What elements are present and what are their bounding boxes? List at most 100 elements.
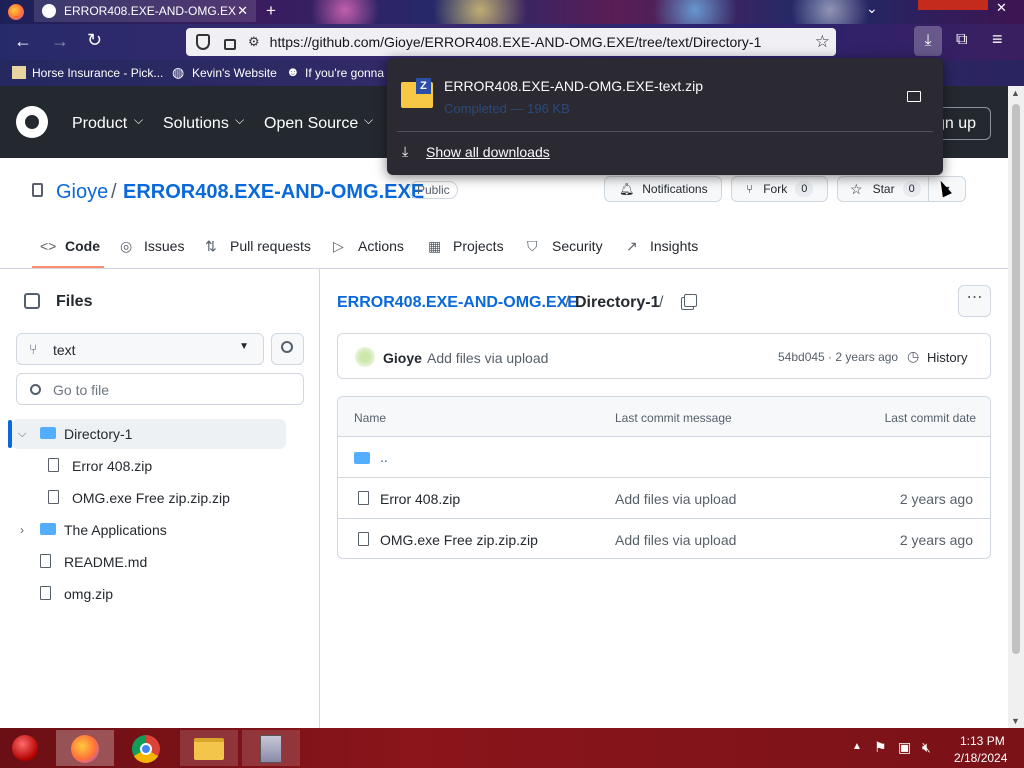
nav-solutions[interactable]: Solutions [163, 115, 229, 133]
file-commit-message[interactable]: Add files via upload [615, 491, 736, 507]
tab-close-icon[interactable]: ✕ [237, 3, 248, 19]
tree-item-the-applications[interactable]: › The Applications [12, 515, 286, 545]
play-icon: ▷ [333, 238, 344, 254]
tray-overflow-icon[interactable]: ▲ [852, 741, 862, 752]
tree-item-readme[interactable]: README.md [12, 547, 286, 577]
scroll-down-icon[interactable]: ▼ [1011, 716, 1020, 726]
folder-icon [40, 523, 56, 535]
taskbar-chrome[interactable] [118, 730, 176, 766]
table-row[interactable]: Error 408.zip Add files via upload 2 yea… [338, 477, 990, 518]
pull-request-icon: ⇅ [205, 238, 217, 254]
parent-dir-link[interactable]: .. [380, 449, 388, 465]
forward-arrow-icon[interactable]: → [51, 31, 69, 52]
table-icon: ▦ [428, 238, 442, 254]
fork-button[interactable]: ⑂ Fork 0 [731, 176, 828, 202]
nav-product[interactable]: Product [72, 115, 127, 133]
tab-code[interactable]: Code [65, 238, 100, 254]
tree-item-omg-exe[interactable]: OMG.exe Free zip.zip.zip [40, 483, 286, 513]
open-folder-icon[interactable] [907, 91, 921, 102]
folder-icon [354, 452, 370, 464]
app-menu-icon[interactable]: ≡ [992, 29, 1003, 50]
breadcrumb-repo-link[interactable]: ERROR408.EXE-AND-OMG.EXE [337, 294, 578, 312]
start-button[interactable] [6, 732, 44, 764]
lock-icon[interactable] [224, 38, 236, 50]
firefox-menu-icon[interactable] [8, 4, 24, 20]
tab-issues[interactable]: Issues [144, 238, 184, 254]
page-info-icon[interactable]: ⚙ [248, 34, 260, 50]
more-options-button[interactable]: ⋯ [958, 285, 991, 317]
repo-owner-link[interactable]: Gioye [56, 181, 108, 204]
browser-tab-active[interactable]: ERROR408.EXE-AND-OMG.EXE/... ✕ [34, 0, 256, 22]
page-scrollbar[interactable]: ▲ ▼ [1008, 86, 1024, 728]
file-icon [40, 586, 51, 600]
copy-path-icon[interactable] [684, 294, 697, 307]
file-name-link[interactable]: Error 408.zip [380, 491, 460, 507]
file-name-link[interactable]: OMG.exe Free zip.zip.zip [380, 532, 538, 548]
avatar[interactable] [355, 347, 375, 367]
url-bar[interactable]: ⚙ https://github.com/Gioye/ERROR408.EXE-… [186, 28, 836, 56]
reload-icon[interactable]: ↻ [87, 30, 102, 51]
extensions-icon[interactable]: ⧉ [956, 31, 967, 49]
file-commit-message[interactable]: Add files via upload [615, 532, 736, 548]
download-file-name[interactable]: ERROR408.EXE-AND-OMG.EXE-text.zip [444, 78, 703, 94]
table-row-parent[interactable]: .. [338, 436, 990, 477]
notifications-button[interactable]: 🔔︎ Notifications [604, 176, 722, 202]
star-button[interactable]: ☆ Star 0 [837, 176, 929, 202]
taskbar-firefox[interactable] [56, 730, 114, 766]
breadcrumb-sep: / [565, 294, 570, 311]
window-control[interactable] [918, 0, 988, 10]
download-status: Completed — 196 KB [444, 101, 570, 116]
tab-pull-requests[interactable]: Pull requests [230, 238, 311, 254]
bookmark-star-icon[interactable]: ☆ [815, 32, 830, 52]
branch-selector[interactable]: ⑂ text ▼ [16, 333, 264, 365]
history-link[interactable]: History [927, 350, 967, 365]
breadcrumb-trail: / [659, 294, 664, 311]
url-text[interactable]: https://github.com/Gioye/ERROR408.EXE-AN… [270, 34, 762, 50]
tree-item-omg-zip[interactable]: omg.zip [12, 579, 286, 609]
chevron-right-icon[interactable]: › [20, 523, 24, 537]
taskbar-archiver[interactable] [242, 730, 300, 766]
new-tab-icon[interactable]: + [266, 1, 276, 21]
tab-list-chevron-icon[interactable]: ⌄ [866, 0, 878, 17]
clock-date[interactable]: 2/18/2024 [954, 751, 1007, 765]
go-to-file-input[interactable]: Go to file [16, 373, 304, 405]
nav-open-source[interactable]: Open Source [264, 115, 358, 133]
tab-projects[interactable]: Projects [453, 238, 504, 254]
star-label: Star [872, 182, 895, 196]
flag-icon[interactable]: ⚑ [874, 739, 887, 756]
scroll-up-icon[interactable]: ▲ [1011, 88, 1020, 98]
taskbar-file-explorer[interactable] [180, 730, 238, 766]
sidebar-collapse-icon[interactable] [24, 293, 40, 309]
window-close-icon[interactable]: ✕ [996, 0, 1007, 16]
tree-item-directory-1[interactable]: ⌵ Directory-1 [12, 419, 286, 449]
tree-item-error-408[interactable]: Error 408.zip [40, 451, 286, 481]
bookmark-item[interactable]: Horse Insurance - Pick... [32, 66, 163, 80]
back-arrow-icon[interactable]: ← [14, 31, 32, 52]
chevron-down-icon[interactable]: ⌵ [18, 428, 26, 441]
commit-message[interactable]: Add files via upload [427, 350, 548, 366]
repo-name-link[interactable]: ERROR408.EXE-AND-OMG.EXE [123, 181, 424, 204]
clock-time[interactable]: 1:13 PM [960, 734, 1005, 748]
show-all-downloads-button[interactable]: ⤓ Show all downloads [395, 139, 935, 167]
tab-actions[interactable]: Actions [358, 238, 404, 254]
scrollbar-thumb[interactable] [1012, 104, 1020, 654]
downloads-icon[interactable]: ⤓ [914, 26, 942, 56]
history-icon: ◷ [907, 348, 920, 364]
network-icon[interactable]: ▣ [898, 739, 911, 756]
tab-security[interactable]: Security [552, 238, 603, 254]
file-icon [40, 554, 51, 568]
folder-icon [194, 738, 224, 760]
github-logo-icon[interactable] [16, 106, 48, 138]
file-commit-date: 2 years ago [899, 532, 973, 548]
tab-insights[interactable]: Insights [650, 238, 698, 254]
shield-icon[interactable] [196, 34, 210, 50]
commit-author[interactable]: Gioye [383, 350, 422, 366]
search-button[interactable] [271, 333, 304, 365]
fork-icon: ⑂ [746, 182, 754, 196]
bell-icon: 🔔︎ [619, 182, 635, 196]
table-row[interactable]: OMG.exe Free zip.zip.zip Add files via u… [338, 518, 990, 559]
volume-muted-icon[interactable]: 🔇︎ [922, 739, 931, 756]
commit-hash-time[interactable]: 54bd045 · 2 years ago [778, 350, 898, 364]
bookmark-item[interactable]: Kevin's Website [192, 66, 277, 80]
bookmark-item[interactable]: If you're gonna [305, 66, 384, 80]
